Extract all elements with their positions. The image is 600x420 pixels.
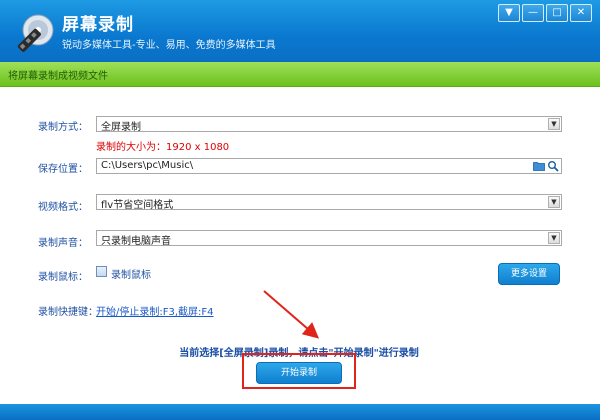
- menu-dropdown-button[interactable]: ▼: [498, 4, 520, 22]
- settings-panel: 录制方式： 全屏录制 ▼ 录制的大小为：1920 x 1080 保存位置： C:…: [8, 88, 590, 404]
- start-recording-button[interactable]: 开始录制: [256, 362, 342, 384]
- app-subtitle: 锐动多媒体工具-专业、易用、免费的多媒体工具: [62, 40, 276, 51]
- film-disc-logo-icon: [17, 14, 54, 52]
- close-button[interactable]: ✕: [570, 4, 592, 22]
- title-bar: 屏幕录制 锐动多媒体工具-专业、易用、免费的多媒体工具 ▼ — □ ✕: [0, 0, 600, 62]
- minimize-button[interactable]: —: [522, 4, 544, 22]
- annotation-highlight-box: 开始录制: [242, 353, 356, 389]
- section-header-bar: 将屏幕录制成视频文件: [0, 62, 600, 87]
- section-header-text: 将屏幕录制成视频文件: [8, 71, 108, 82]
- app-title: 屏幕录制: [62, 15, 134, 35]
- maximize-button[interactable]: □: [546, 4, 568, 22]
- window-controls: ▼ — □ ✕: [498, 4, 592, 22]
- app-window: 屏幕录制 锐动多媒体工具-专业、易用、免费的多媒体工具 ▼ — □ ✕ 将屏幕录…: [0, 0, 600, 420]
- bottom-bar: [0, 404, 600, 420]
